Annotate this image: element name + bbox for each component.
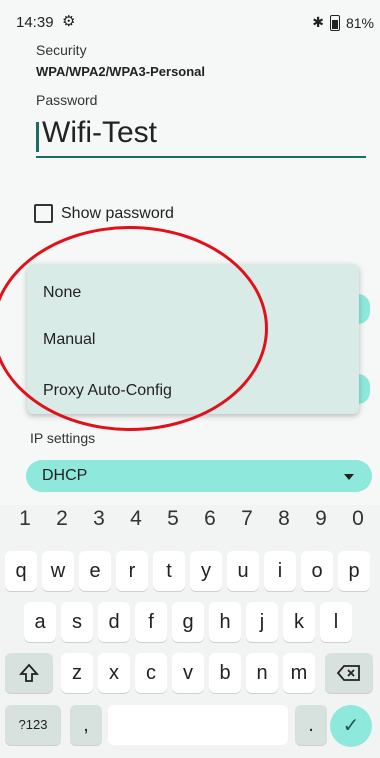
dropdown-edge[interactable] [358, 374, 370, 404]
password-value: Wifi-Test [42, 116, 157, 149]
key-u[interactable]: u [227, 551, 259, 591]
key-x[interactable]: x [98, 653, 130, 693]
battery-icon [329, 14, 340, 31]
key-2[interactable]: 2 [45, 507, 79, 531]
key-e[interactable]: e [79, 551, 111, 591]
status-time: 14:39 [16, 14, 54, 31]
key-b[interactable]: b [209, 653, 241, 693]
key-6[interactable]: 6 [193, 507, 227, 531]
ip-settings-dropdown[interactable]: DHCP [26, 460, 372, 492]
key-t[interactable]: t [153, 551, 185, 591]
key-h[interactable]: h [209, 602, 241, 642]
key-0[interactable]: 0 [341, 507, 375, 531]
enter-key[interactable]: ✓ [330, 705, 372, 747]
password-label: Password [36, 92, 98, 108]
security-value: WPA/WPA2/WPA3-Personal [36, 64, 206, 79]
symbols-key[interactable]: ?123 [5, 705, 61, 745]
show-password-label: Show password [61, 204, 174, 222]
key-z[interactable]: z [61, 653, 93, 693]
password-field[interactable]: Wifi-Test [36, 116, 366, 158]
dropdown-arrow-icon [344, 474, 354, 480]
key-s[interactable]: s [61, 602, 93, 642]
key-o[interactable]: o [301, 551, 333, 591]
key-v[interactable]: v [172, 653, 204, 693]
soft-keyboard: 1 2 3 4 5 6 7 8 9 0 q w e r t y u i o p … [0, 505, 380, 758]
security-label: Security [36, 42, 87, 58]
key-l[interactable]: l [320, 602, 352, 642]
gear-icon: ⚙ [62, 13, 76, 30]
key-4[interactable]: 4 [119, 507, 153, 531]
period-key[interactable]: . [295, 705, 327, 745]
key-5[interactable]: 5 [156, 507, 190, 531]
key-k[interactable]: k [283, 602, 315, 642]
ip-settings-value: DHCP [42, 467, 88, 484]
key-c[interactable]: c [135, 653, 167, 693]
number-row: 1 2 3 4 5 6 7 8 9 0 [0, 507, 380, 547]
show-password-checkbox[interactable] [34, 204, 53, 223]
key-m[interactable]: m [283, 653, 315, 693]
key-8[interactable]: 8 [267, 507, 301, 531]
key-g[interactable]: g [172, 602, 204, 642]
proxy-dropdown-edge[interactable] [358, 294, 370, 324]
shift-icon [18, 663, 40, 682]
status-bar: 14:39 ⚙ ✱ 81% [0, 0, 380, 34]
key-9[interactable]: 9 [304, 507, 338, 531]
show-password-checkbox-row[interactable]: Show password [34, 204, 174, 223]
backspace-icon [336, 665, 360, 681]
space-key[interactable] [108, 705, 288, 745]
key-7[interactable]: 7 [230, 507, 264, 531]
proxy-options-menu: None Manual Proxy Auto-Config [27, 264, 359, 414]
shift-key[interactable] [5, 653, 53, 693]
menu-item-none[interactable]: None [43, 284, 81, 302]
key-y[interactable]: y [190, 551, 222, 591]
key-j[interactable]: j [246, 602, 278, 642]
bluetooth-icon: ✱ [312, 14, 324, 30]
key-3[interactable]: 3 [82, 507, 116, 531]
backspace-key[interactable] [325, 653, 373, 693]
comma-key[interactable]: , [70, 705, 102, 745]
key-i[interactable]: i [264, 551, 296, 591]
menu-item-proxy-auto-config[interactable]: Proxy Auto-Config [43, 382, 172, 400]
status-icons: ✱ 81% [312, 14, 374, 31]
key-q[interactable]: q [5, 551, 37, 591]
battery-percent: 81% [345, 14, 374, 31]
ip-settings-label: IP settings [30, 430, 96, 446]
key-f[interactable]: f [135, 602, 167, 642]
key-a[interactable]: a [24, 602, 56, 642]
key-1[interactable]: 1 [8, 507, 42, 531]
key-n[interactable]: n [246, 653, 278, 693]
key-r[interactable]: r [116, 551, 148, 591]
text-cursor [36, 122, 39, 152]
menu-item-manual[interactable]: Manual [43, 331, 95, 349]
checkmark-icon: ✓ [342, 715, 360, 737]
key-d[interactable]: d [98, 602, 130, 642]
key-p[interactable]: p [338, 551, 370, 591]
key-w[interactable]: w [42, 551, 74, 591]
